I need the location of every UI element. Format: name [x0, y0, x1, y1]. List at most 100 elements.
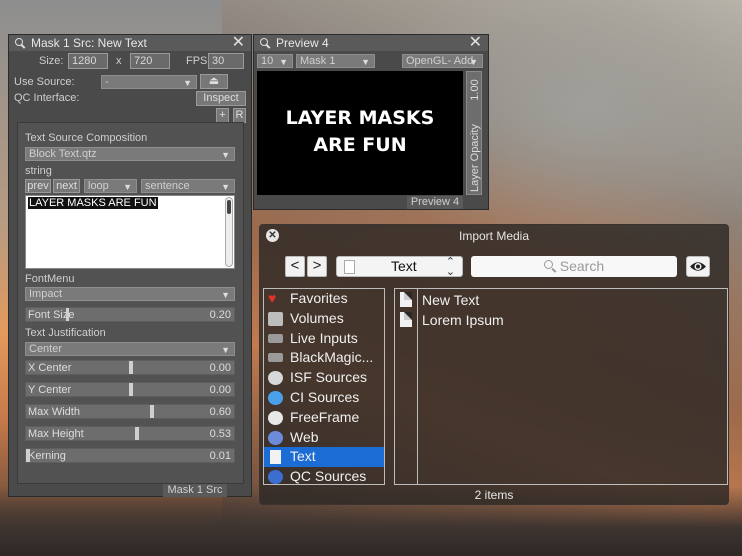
file-name: New Text	[422, 292, 480, 308]
slider-y-center[interactable]: Y Center 0.00	[25, 382, 235, 397]
slider-max-width[interactable]: Max Width 0.60	[25, 404, 235, 419]
sidebar-item-freeframe[interactable]: FreeFrame	[264, 408, 384, 428]
chevron-down-icon: ▼	[279, 57, 288, 67]
forward-button[interactable]: >	[307, 256, 327, 277]
slider-value: 0.01	[209, 450, 231, 462]
isf-icon	[268, 371, 283, 386]
font-size-slider[interactable]: Font Size 0.20	[25, 307, 235, 322]
use-source-dropdown[interactable]: - ▼	[101, 75, 197, 89]
slider-label: Y Center	[28, 384, 72, 396]
sidebar-item-text[interactable]: Text	[264, 447, 384, 468]
sidebar-item-volumes[interactable]: Volumes	[264, 309, 384, 329]
add-button[interactable]: +	[216, 108, 229, 123]
font-value: Impact	[29, 288, 63, 300]
ci-icon	[268, 391, 283, 405]
chevron-down-icon: ▼	[221, 345, 230, 355]
slider-value: 0.53	[209, 428, 231, 440]
slider-knob[interactable]	[66, 308, 69, 321]
item-count: 2 items	[474, 488, 514, 502]
eject-button[interactable]: ⏏	[200, 74, 228, 89]
sidebar-item-favorites[interactable]: ♥ Favorites	[264, 289, 384, 309]
file-name: Lorem Ipsum	[422, 312, 504, 328]
text-area[interactable]: LAYER MASKS ARE FUN	[25, 195, 235, 269]
layer-dropdown[interactable]: Mask 1 ▼	[296, 54, 375, 68]
mask-panel-title: Mask 1 Src: New Text	[31, 36, 147, 50]
file-item[interactable]: New Text	[395, 291, 725, 311]
preview-footer-tab[interactable]: Preview 4	[407, 196, 463, 209]
sidebar-item-label: QC Sources	[290, 468, 367, 485]
canvas-line-1: LAYER MASKS	[285, 107, 435, 129]
scroll-thumb[interactable]	[227, 200, 231, 214]
slider-knob[interactable]	[129, 361, 133, 374]
text-area-scrollbar[interactable]	[225, 197, 233, 267]
mask-panel-footer-tab[interactable]: Mask 1 Src	[163, 484, 227, 497]
magnifier-icon[interactable]	[260, 38, 270, 48]
width-field[interactable]: 1280	[68, 53, 108, 69]
renderer-value: OpenGL- Add	[406, 55, 474, 67]
mask-footer-label: Mask 1 Src	[167, 484, 223, 496]
qc-interface-label: QC Interface:	[14, 92, 80, 104]
slider-max-height[interactable]: Max Height 0.53	[25, 426, 235, 441]
zoom-dropdown[interactable]: 10 ▼	[257, 54, 293, 68]
preview-panel-titlebar[interactable]: Preview 4 ✕	[254, 35, 488, 51]
close-icon[interactable]: ✕	[469, 35, 482, 51]
sidebar-item-label: Volumes	[290, 309, 344, 326]
slider-knob[interactable]	[135, 427, 139, 440]
sentence-dropdown[interactable]: sentence ▼	[141, 179, 235, 193]
slider-label: Max Height	[28, 428, 84, 440]
qc-icon	[268, 470, 283, 484]
renderer-dropdown[interactable]: OpenGL- Add ▼	[402, 54, 483, 68]
height-field[interactable]: 720	[130, 53, 170, 69]
sidebar-item-isf-sources[interactable]: ISF Sources	[264, 368, 384, 388]
preview-canvas: LAYER MASKS ARE FUN	[257, 71, 463, 195]
prev-button[interactable]: prev	[25, 179, 51, 193]
slider-value: 0.60	[209, 406, 231, 418]
document-icon	[344, 260, 355, 274]
chevron-down-icon: ▼	[221, 182, 230, 192]
sidebar-item-label: Web	[290, 428, 319, 445]
justification-dropdown[interactable]: Center ▼	[25, 342, 235, 356]
eye-icon[interactable]	[686, 256, 710, 277]
fps-field[interactable]: 30	[208, 53, 244, 69]
sidebar-item-live-inputs[interactable]: Live Inputs	[264, 329, 384, 349]
string-label: string	[25, 165, 52, 177]
loop-dropdown[interactable]: loop ▼	[84, 179, 137, 193]
slider-knob[interactable]	[150, 405, 154, 418]
slider-knob[interactable]	[26, 449, 30, 462]
magnifier-icon[interactable]	[15, 38, 25, 48]
sidebar-item-blackmagic[interactable]: BlackMagic...	[264, 348, 384, 368]
chevron-down-icon: ▼	[221, 290, 230, 300]
reset-button[interactable]: R	[233, 108, 246, 123]
next-button[interactable]: next	[53, 179, 80, 193]
document-icon	[400, 292, 412, 307]
chevron-down-icon: ▼	[469, 57, 478, 67]
sidebar-item-label: Live Inputs	[290, 329, 358, 346]
search-placeholder: Search	[559, 258, 605, 274]
composition-dropdown[interactable]: Block Text.qtz ▼	[25, 147, 235, 161]
sidebar-item-ci-sources[interactable]: CI Sources	[264, 388, 384, 408]
slider-label: Kerning	[28, 450, 66, 462]
back-button[interactable]: <	[285, 256, 305, 277]
inspect-button[interactable]: Inspect	[196, 91, 246, 106]
sidebar-item-qc-sources[interactable]: QC Sources	[264, 467, 384, 485]
text-area-value: LAYER MASKS ARE FUN	[28, 197, 158, 209]
composition-label: Text Source Composition	[25, 132, 148, 144]
file-list: New Text Lorem Ipsum	[394, 288, 728, 485]
file-item[interactable]: Lorem Ipsum	[395, 311, 725, 331]
mask-panel-titlebar[interactable]: Mask 1 Src: New Text ✕	[9, 35, 251, 51]
chevron-down-icon: ▼	[361, 57, 370, 67]
search-field[interactable]: Search	[471, 256, 677, 277]
camera-icon	[268, 353, 283, 363]
slider-kerning[interactable]: Kerning 0.01	[25, 448, 235, 463]
opacity-value: 1.00	[469, 79, 481, 101]
slider-knob[interactable]	[129, 383, 133, 396]
font-dropdown[interactable]: Impact ▼	[25, 287, 235, 301]
path-popup[interactable]: Text ⌃ ⌄	[336, 256, 463, 278]
close-icon[interactable]: ✕	[232, 35, 245, 51]
sidebar-item-label: ISF Sources	[290, 369, 368, 386]
sources-sidebar: ♥ Favorites Volumes Live Inputs BlackMagic..…	[263, 288, 385, 485]
slider-x-center[interactable]: X Center 0.00	[25, 360, 235, 375]
sidebar-item-web[interactable]: Web	[264, 428, 384, 448]
layer-opacity-slider[interactable]: 1.00 Layer Opacity	[466, 71, 482, 195]
use-source-label: Use Source:	[14, 76, 75, 88]
